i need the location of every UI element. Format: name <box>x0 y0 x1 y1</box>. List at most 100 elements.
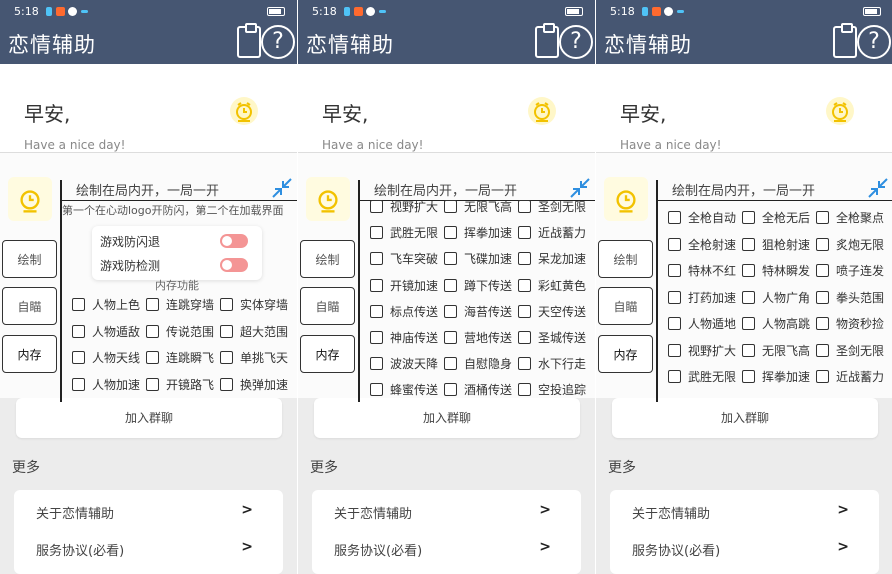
tab-aim[interactable]: 自瞄 <box>598 287 653 325</box>
checkbox-square[interactable] <box>668 290 681 304</box>
checkbox-square[interactable] <box>146 351 159 364</box>
chevron-right-icon[interactable]: > <box>539 502 551 518</box>
checkbox-square[interactable] <box>518 226 531 240</box>
tab-draw[interactable]: 绘制 <box>2 240 57 278</box>
chevron-right-icon[interactable]: > <box>837 502 849 518</box>
checkbox-square[interactable] <box>370 383 383 397</box>
checkbox-square[interactable] <box>370 357 383 371</box>
checkbox-square[interactable] <box>518 252 531 266</box>
checkbox-square[interactable] <box>668 317 681 330</box>
about-item[interactable]: 关于恋情辅助 <box>36 503 114 522</box>
tab-draw[interactable]: 绘制 <box>598 240 653 278</box>
menu-logo[interactable] <box>604 177 648 221</box>
join-group-button[interactable]: 加入群聊 <box>612 398 878 438</box>
terms-item[interactable]: 服务协议(必看) <box>632 540 720 559</box>
checkbox-label: 实体穿墙 <box>240 298 289 312</box>
checkbox-square[interactable] <box>146 324 159 338</box>
checkbox-square[interactable] <box>816 343 829 357</box>
checkbox-square[interactable] <box>742 237 755 251</box>
checkbox-square[interactable] <box>72 351 85 364</box>
join-group-button[interactable]: 加入群聊 <box>16 398 282 438</box>
menu-logo[interactable] <box>8 177 52 221</box>
checkbox-square[interactable] <box>444 226 457 240</box>
checkbox-square[interactable] <box>220 351 233 364</box>
checkbox-square[interactable] <box>72 298 85 311</box>
chevron-right-icon[interactable]: > <box>539 539 551 555</box>
checkbox-square[interactable] <box>668 237 681 251</box>
chevron-right-icon[interactable]: > <box>837 539 849 555</box>
checkbox-square[interactable] <box>146 377 159 391</box>
help-icon[interactable]: ? <box>559 25 593 59</box>
checkbox-square[interactable] <box>742 264 755 277</box>
checkbox-square[interactable] <box>444 304 457 318</box>
join-group-button[interactable]: 加入群聊 <box>314 398 580 438</box>
checkbox-square[interactable] <box>742 370 755 383</box>
tab-aim[interactable]: 自瞄 <box>300 287 355 325</box>
checkbox-square[interactable] <box>816 370 829 383</box>
tab-draw[interactable]: 绘制 <box>300 240 355 278</box>
checkbox-square[interactable] <box>72 324 85 338</box>
checkbox-square[interactable] <box>444 278 457 292</box>
checkbox-square[interactable] <box>370 226 383 240</box>
checkbox-square[interactable] <box>668 211 681 224</box>
checkbox-square[interactable] <box>668 264 681 277</box>
checkbox-square[interactable] <box>370 304 383 318</box>
terms-item[interactable]: 服务协议(必看) <box>36 540 124 559</box>
checkbox-label: 近战蓄力 <box>836 370 885 384</box>
checkbox-square[interactable] <box>816 237 829 251</box>
help-icon[interactable]: ? <box>261 25 295 59</box>
tab-memory[interactable]: 内存 <box>300 335 355 373</box>
checkbox-label: 无限飞高 <box>762 343 811 358</box>
checkbox-square[interactable] <box>220 377 233 391</box>
tab-memory[interactable]: 内存 <box>598 335 653 373</box>
checkbox-square[interactable] <box>816 317 829 330</box>
divider <box>358 180 360 402</box>
checkbox-square[interactable] <box>668 370 681 383</box>
checkbox-square[interactable] <box>72 377 85 391</box>
checkbox-square[interactable] <box>816 290 829 304</box>
clipboard-icon[interactable] <box>535 23 559 58</box>
chevron-right-icon[interactable]: > <box>241 502 253 518</box>
alarm-clock-icon <box>528 97 556 125</box>
checkbox-square[interactable] <box>444 252 457 266</box>
checkbox-square[interactable] <box>518 331 531 344</box>
checkbox-square[interactable] <box>742 211 755 224</box>
tab-memory[interactable]: 内存 <box>2 335 57 373</box>
tab-aim[interactable]: 自瞄 <box>2 287 57 325</box>
checkbox-square[interactable] <box>816 211 829 224</box>
checkbox-label: 无限飞高 <box>464 200 513 214</box>
help-icon[interactable]: ? <box>857 25 891 59</box>
checkbox-square[interactable] <box>444 357 457 371</box>
checkbox-square[interactable] <box>518 278 531 292</box>
checkbox-square[interactable] <box>370 278 383 292</box>
checkbox-square[interactable] <box>444 331 457 344</box>
terms-item[interactable]: 服务协议(必看) <box>334 540 422 559</box>
checkbox-square[interactable] <box>518 200 531 213</box>
about-item[interactable]: 关于恋情辅助 <box>334 503 412 522</box>
checkbox-square[interactable] <box>816 264 829 277</box>
about-item[interactable]: 关于恋情辅助 <box>632 503 710 522</box>
checkbox-square[interactable] <box>370 252 383 266</box>
checkbox-square[interactable] <box>370 200 383 213</box>
checkbox-square[interactable] <box>518 357 531 371</box>
checkbox-label: 人物加速 <box>92 377 141 392</box>
greeting-subtext: Have a nice day! <box>24 138 126 152</box>
checkbox-square[interactable] <box>742 290 755 304</box>
checkbox-square[interactable] <box>444 383 457 397</box>
checkbox-square[interactable] <box>518 304 531 318</box>
checkbox-square[interactable] <box>220 324 233 338</box>
clipboard-icon[interactable] <box>237 23 261 58</box>
checkbox-square[interactable] <box>668 343 681 357</box>
checkbox-square[interactable] <box>742 343 755 357</box>
checkbox-square[interactable] <box>742 317 755 330</box>
feature-grid: 视野扩大 无限飞高 圣剑无限 武胜无限 挥拳加速 近战蓄力 飞车突破 飞碟加速 呆龙加速 开镜加速… <box>370 153 592 399</box>
checkbox-square[interactable] <box>220 298 233 311</box>
notification-icon <box>68 7 77 16</box>
clipboard-icon[interactable] <box>833 23 857 58</box>
checkbox-square[interactable] <box>444 200 457 213</box>
checkbox-square[interactable] <box>146 298 159 311</box>
chevron-right-icon[interactable]: > <box>241 539 253 555</box>
menu-logo[interactable] <box>306 177 350 221</box>
checkbox-square[interactable] <box>370 331 383 344</box>
checkbox-square[interactable] <box>518 383 531 397</box>
